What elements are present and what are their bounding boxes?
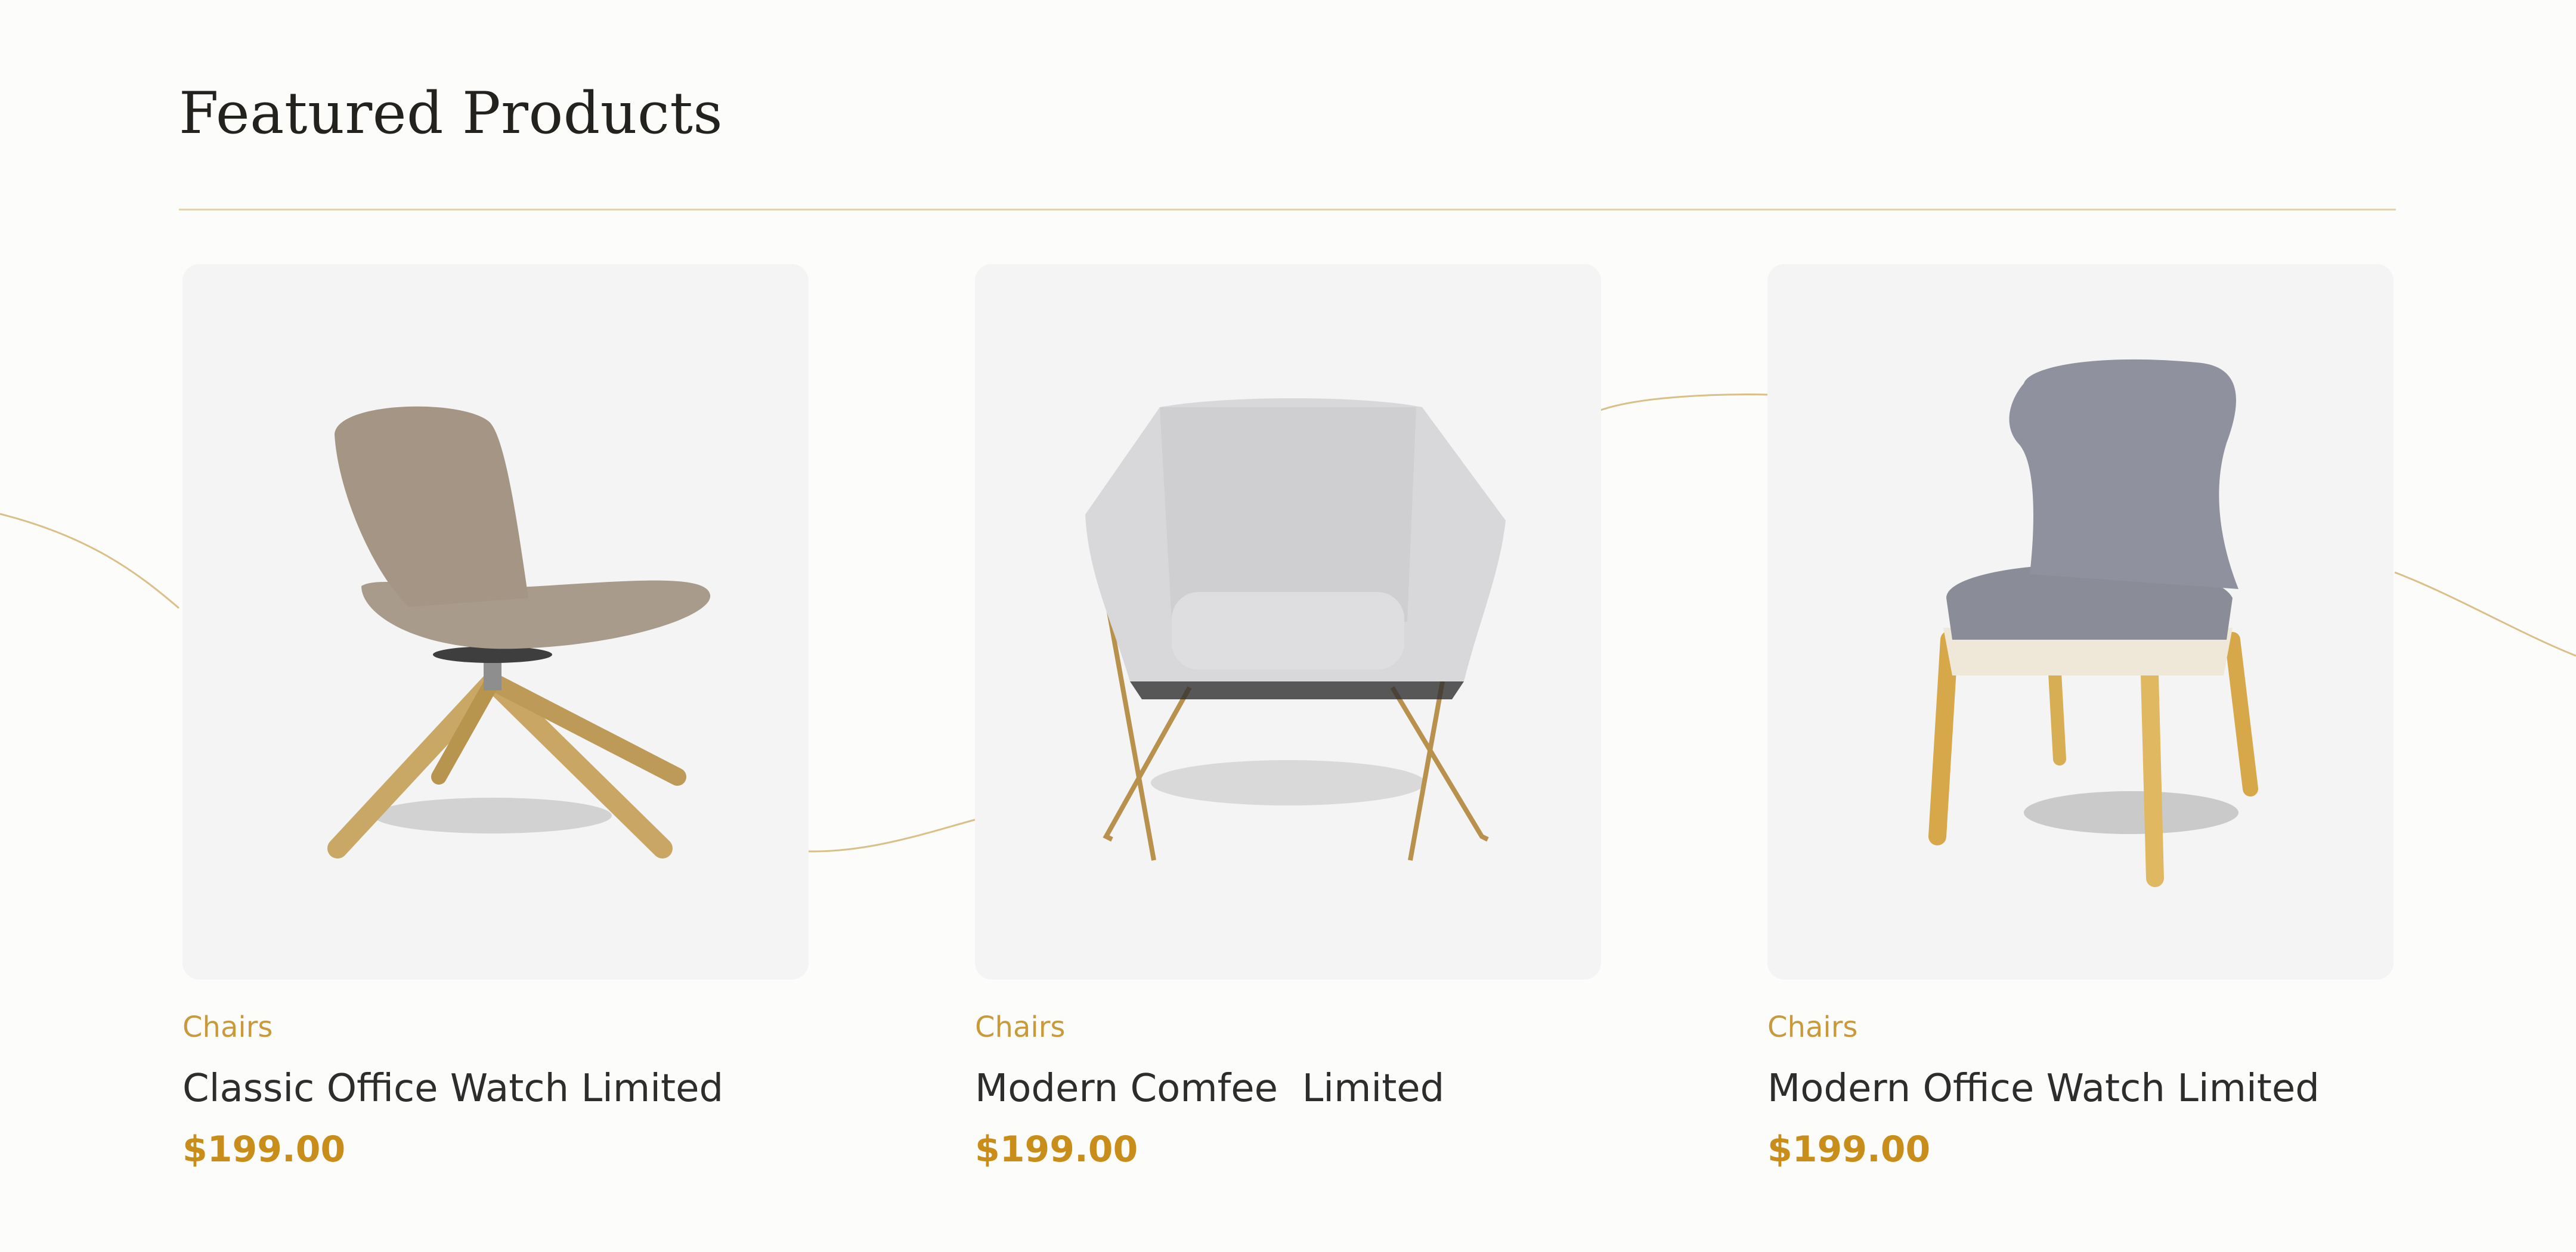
product-category[interactable]: Chairs [1767,1013,1857,1042]
dining-chair-icon [1928,359,2258,887]
product-card[interactable]: Chairs Modern Office Watch Limited $199.… [1767,264,2394,1167]
product-price: $199.00 [1767,1129,1931,1170]
product-card[interactable]: Chairs Modern Comfee Limited $199.00 [975,264,1601,1167]
swivel-lounge-chair-icon [327,406,711,859]
product-image[interactable] [182,264,809,980]
product-price: $199.00 [182,1129,346,1170]
product-title[interactable]: Modern Comfee Limited [975,1068,1444,1109]
product-category[interactable]: Chairs [975,1013,1065,1042]
product-title[interactable]: Classic Office Watch Limited [182,1068,723,1109]
product-image[interactable] [1767,264,2394,980]
product-card[interactable]: Chairs Classic Office Watch Limited $199… [182,264,809,1167]
product-category[interactable]: Chairs [182,1013,273,1042]
armchair-icon [1085,398,1506,861]
section-title: Featured Products [179,80,723,147]
product-title[interactable]: Modern Office Watch Limited [1767,1068,2320,1109]
section-divider [179,209,2396,210]
product-image[interactable] [975,264,1601,980]
product-price: $199.00 [975,1129,1138,1170]
